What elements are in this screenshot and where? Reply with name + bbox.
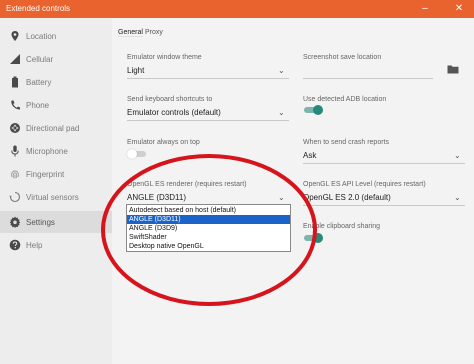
signal-icon — [10, 54, 20, 64]
sidebar-item-label: Virtual sensors — [26, 193, 79, 202]
dpad-icon — [10, 123, 20, 133]
sidebar-item-battery[interactable]: Battery — [0, 71, 112, 93]
adb-label: Use detected ADB location — [303, 96, 387, 103]
folder-icon[interactable] — [447, 64, 459, 74]
always-on-top-label: Emulator always on top — [127, 139, 200, 146]
sidebar-item-fingerprint[interactable]: Fingerprint — [0, 163, 112, 185]
help-icon — [9, 239, 21, 251]
phone-icon — [11, 100, 20, 110]
sidebar-item-label: Location — [26, 32, 57, 41]
sidebar-item-directional-pad[interactable]: Directional pad — [0, 117, 112, 139]
sidebar-item-virtual-sensors[interactable]: Virtual sensors — [0, 186, 112, 208]
gear-icon — [9, 216, 21, 228]
minimize-button[interactable]: – — [418, 2, 432, 16]
sidebar-item-label: Help — [26, 241, 43, 250]
chevron-down-icon: ⌄ — [454, 151, 461, 160]
title-bar: Extended controls – ✕ — [0, 0, 474, 18]
chevron-down-icon: ⌄ — [454, 193, 461, 202]
sidebar-item-label: Microphone — [26, 147, 68, 156]
sidebar: Location Cellular Battery Phone Directio… — [0, 18, 112, 364]
chevron-down-icon: ⌄ — [278, 66, 285, 75]
screenshot-underline — [303, 78, 433, 79]
screenshot-label: Screenshot save location — [303, 54, 382, 61]
crash-label: When to send crash reports — [303, 139, 389, 146]
toggle-knob — [313, 105, 323, 115]
shortcuts-value: Emulator controls (default) — [127, 108, 221, 117]
theme-value: Light — [127, 66, 145, 75]
theme-label: Emulator window theme — [127, 54, 202, 61]
shortcuts-underline — [127, 120, 289, 121]
window-title: Extended controls — [6, 4, 71, 13]
sidebar-item-microphone[interactable]: Microphone — [0, 140, 112, 162]
sidebar-item-settings[interactable]: Settings — [0, 211, 112, 233]
crash-underline — [303, 163, 465, 164]
microphone-icon — [11, 145, 19, 157]
sidebar-item-label: Fingerprint — [26, 170, 65, 179]
tab-proxy[interactable]: Proxy — [145, 29, 163, 36]
sidebar-item-label: Cellular — [26, 55, 54, 64]
rotation-icon — [9, 191, 21, 203]
adb-toggle[interactable] — [303, 105, 323, 115]
sidebar-item-label: Battery — [26, 78, 52, 87]
api-level-underline — [303, 205, 465, 206]
sidebar-item-help[interactable]: Help — [0, 234, 112, 256]
sidebar-item-cellular[interactable]: Cellular — [0, 48, 112, 70]
sidebar-item-label: Directional pad — [26, 124, 80, 133]
chevron-down-icon: ⌄ — [278, 108, 285, 117]
shortcuts-label: Send keyboard shortcuts to — [127, 96, 213, 103]
sidebar-item-location[interactable]: Location — [0, 25, 112, 47]
fingerprint-icon — [11, 170, 19, 179]
sidebar-item-label: Settings — [26, 218, 55, 227]
battery-icon — [12, 76, 18, 88]
sidebar-item-label: Phone — [26, 101, 50, 110]
close-button[interactable]: ✕ — [452, 2, 466, 16]
theme-underline — [127, 78, 289, 79]
sidebar-item-phone[interactable]: Phone — [0, 94, 112, 116]
api-level-label: OpenGL ES API Level (requires restart) — [303, 181, 426, 188]
annotation-ellipse — [101, 154, 317, 306]
tab-general[interactable]: General — [118, 29, 143, 37]
location-pin-icon — [11, 31, 19, 41]
